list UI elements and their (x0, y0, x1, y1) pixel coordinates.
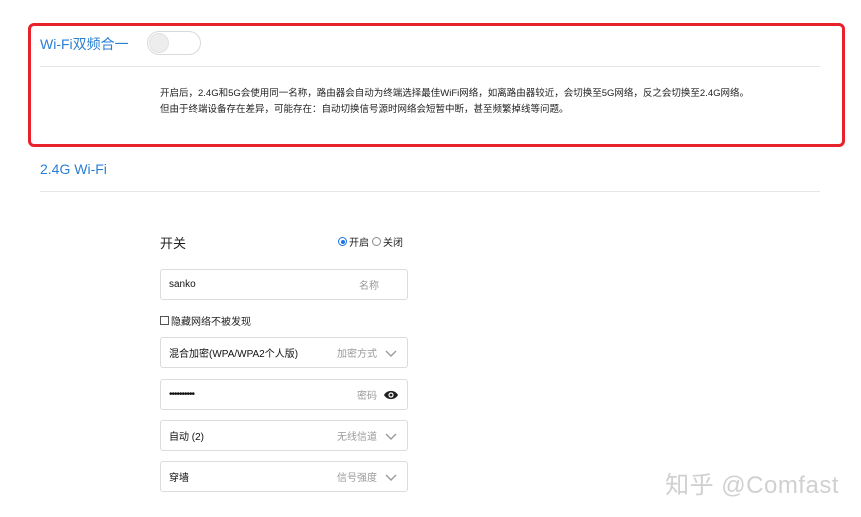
eye-icon[interactable] (383, 389, 399, 401)
channel-hint: 无线信道 (337, 432, 377, 443)
ssid-value[interactable]: sanko (169, 279, 359, 290)
radio-off[interactable] (372, 237, 381, 246)
radio-off-label[interactable]: 关闭 (383, 234, 403, 249)
hide-network-row[interactable]: 隐藏网络不被发现 (160, 313, 251, 328)
radio-on[interactable] (338, 237, 347, 246)
signal-strength-hint: 信号强度 (337, 473, 377, 484)
encryption-value: 混合加密(WPA/WPA2个人版) (169, 349, 299, 360)
switch-radio-group: 开启 关闭 (338, 234, 406, 249)
chevron-down-icon[interactable] (383, 469, 399, 485)
signal-strength-value: 穿墙 (169, 473, 189, 484)
password-value[interactable]: •••••••••• (169, 389, 357, 400)
ssid-hint: 名称 (359, 281, 379, 292)
dual-band-description-line1: 开启后，2.4G和5G会使用同一名称，路由器会自动为终端选择最佳WiFi网络，如… (160, 88, 750, 99)
signal-strength-select[interactable]: 穿墙 信号强度 (160, 461, 408, 492)
watermark: 知乎 @Comfast (665, 472, 839, 499)
wifi-24g-title: 2.4G Wi-Fi (40, 161, 107, 177)
encryption-select[interactable]: 混合加密(WPA/WPA2个人版) 加密方式 (160, 337, 408, 368)
dual-band-title: Wi-Fi双频合一 (40, 36, 129, 52)
chevron-down-icon[interactable] (383, 345, 399, 361)
dual-band-toggle[interactable] (147, 31, 201, 55)
encryption-hint: 加密方式 (337, 349, 377, 360)
switch-label: 开关 (160, 236, 187, 251)
divider (40, 191, 820, 192)
password-input[interactable]: •••••••••• 密码 (160, 379, 408, 410)
hide-network-label[interactable]: 隐藏网络不被发现 (171, 313, 251, 328)
channel-select[interactable]: 自动 (2) 无线信道 (160, 420, 408, 451)
divider (40, 66, 820, 67)
hide-network-checkbox[interactable] (160, 316, 169, 325)
password-hint: 密码 (357, 391, 377, 402)
channel-value: 自动 (2) (169, 432, 204, 443)
chevron-down-icon[interactable] (383, 428, 399, 444)
toggle-knob (149, 33, 169, 53)
ssid-input[interactable]: sanko 名称 (160, 269, 408, 300)
radio-on-label[interactable]: 开启 (349, 234, 369, 249)
dual-band-description-line2: 但由于终端设备存在差异，可能存在：自动切换信号源时网络会短暂中断，甚至频繁掉线等… (160, 104, 569, 115)
